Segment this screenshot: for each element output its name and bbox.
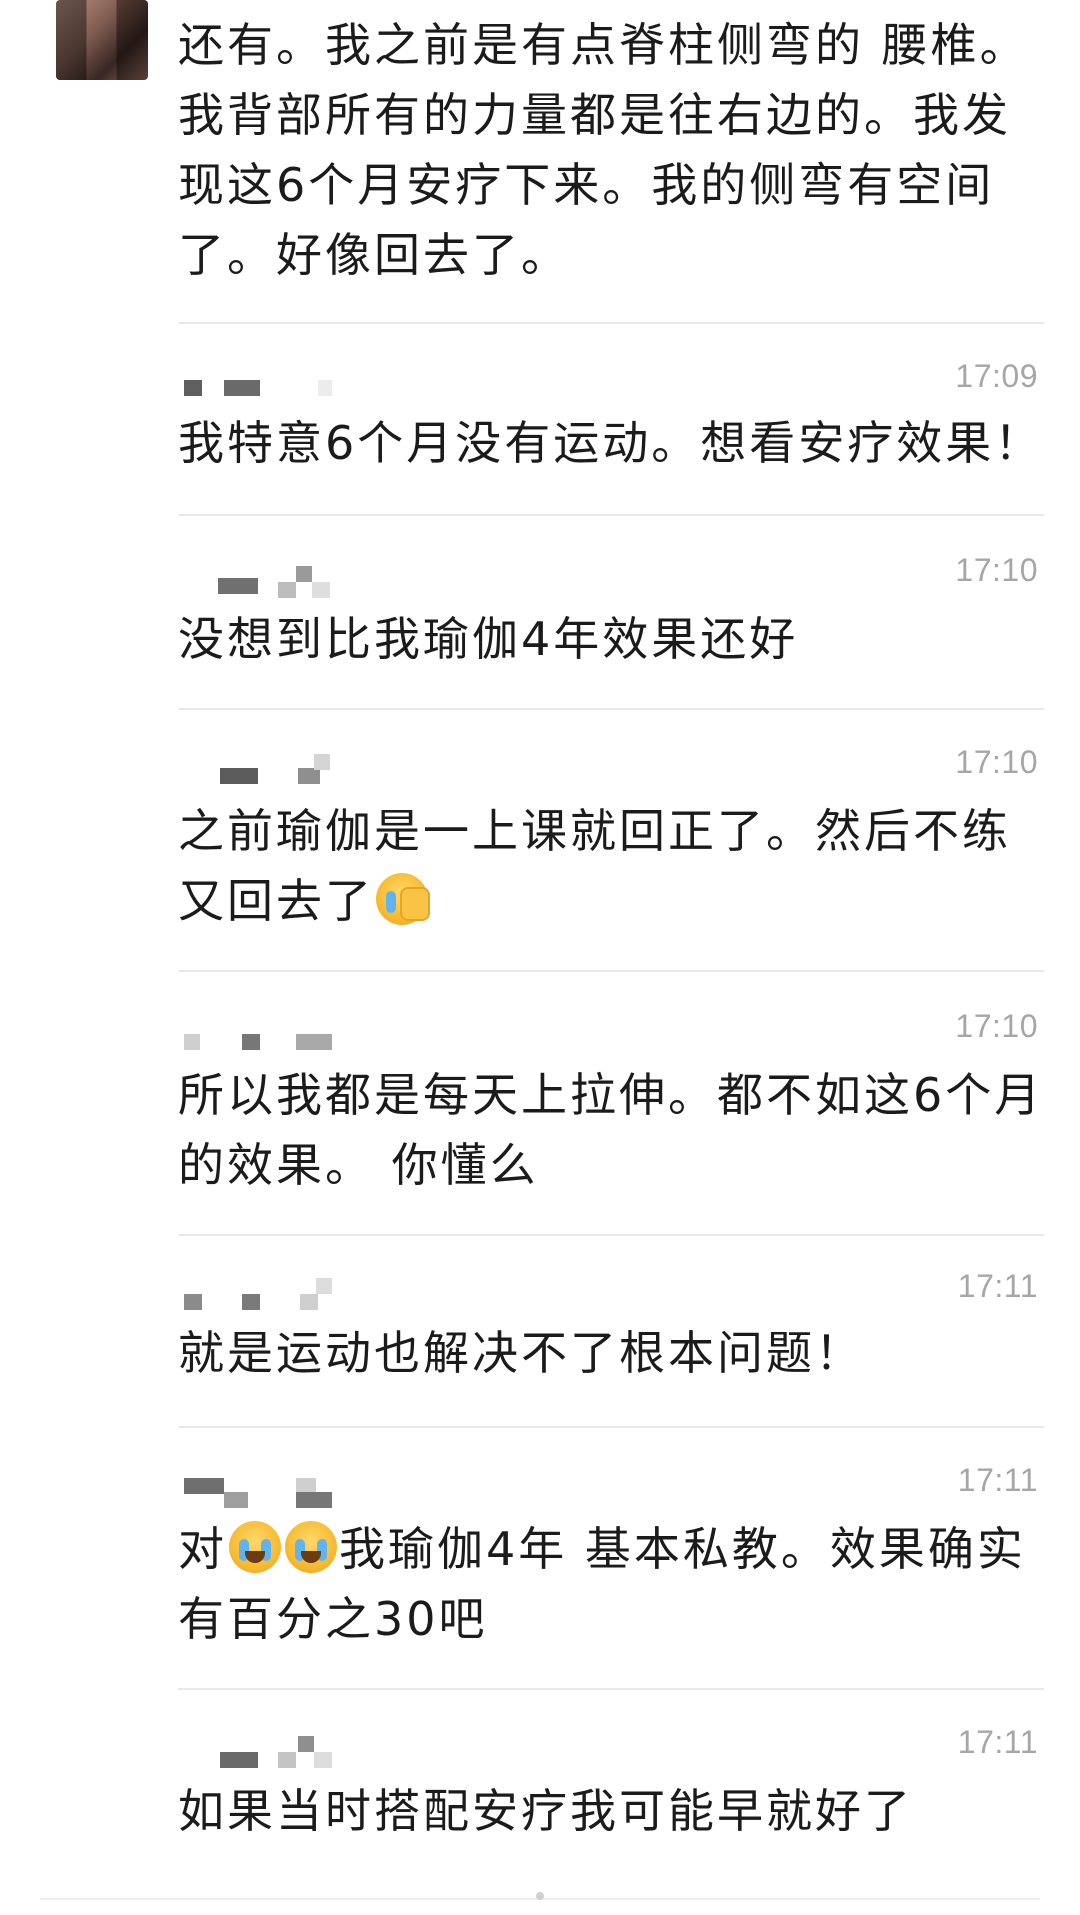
divider: [178, 1426, 1044, 1428]
divider: [178, 322, 1044, 324]
nickname-blurred[interactable]: [178, 744, 378, 784]
comment-item: 17:11 对我瑜伽4年 基本私教。效果确实有百分之30吧: [178, 1462, 1044, 1662]
comment-text: 如果当时搭配安疗我可能早就好了: [178, 1784, 913, 1838]
timestamp: 17:10: [955, 552, 1038, 588]
comment-item: 17:10 之前瑜伽是一上课就回正了。然后不练又回去了: [178, 744, 1044, 944]
comment-text: 对我瑜伽4年 基本私教。效果确实有百分之30吧: [178, 1514, 1044, 1654]
nickname-blurred[interactable]: [178, 1724, 378, 1768]
timestamp: 17:09: [955, 358, 1038, 394]
nickname-blurred[interactable]: [178, 1462, 378, 1508]
comment-text: 我特意6个月没有运动。想看安疗效果！: [178, 416, 1044, 470]
facepalm-crying-emoji-icon: [376, 873, 430, 925]
nickname-blurred[interactable]: [178, 358, 378, 396]
comment-item: 17:11 就是运动也解决不了根本问题！: [178, 1268, 1044, 1388]
nickname-blurred[interactable]: [178, 1268, 378, 1310]
comment-text-part: 之前瑜伽是一上课就回正了。然后不练又回去了: [178, 804, 1011, 928]
divider: [178, 970, 1044, 972]
loudly-crying-emoji-icon: [229, 1521, 281, 1573]
comment-text-part: 对: [178, 1522, 227, 1576]
comment-item: 17:11 如果当时搭配安疗我可能早就好了: [178, 1724, 1044, 1844]
avatar[interactable]: [56, 0, 148, 80]
nickname-blurred[interactable]: [178, 552, 378, 598]
timestamp: 17:11: [957, 1724, 1038, 1760]
comment-item: 17:10 没想到比我瑜伽4年效果还好: [178, 552, 1044, 672]
loudly-crying-emoji-icon: [285, 1521, 337, 1573]
comment-item: 17:10 所以我都是每天上拉伸。都不如这6个月的效果。 你懂么: [178, 1008, 1044, 1208]
comment-item: 还有。我之前是有点脊柱侧弯的 腰椎。我背部所有的力量都是往右边的。我发现这6个月…: [178, 10, 1044, 282]
dot-icon: [536, 1892, 544, 1900]
divider: [178, 514, 1044, 516]
divider: [178, 1234, 1044, 1236]
comment-text: 还有。我之前是有点脊柱侧弯的 腰椎。我背部所有的力量都是往右边的。我发现这6个月…: [178, 18, 1029, 282]
comment-item: 17:09 我特意6个月没有运动。想看安疗效果！: [178, 358, 1044, 478]
timestamp: 17:10: [955, 744, 1038, 780]
nickname-blurred[interactable]: [178, 1008, 378, 1050]
timestamp: 17:10: [955, 1008, 1038, 1044]
comment-text: 没想到比我瑜伽4年效果还好: [178, 612, 799, 666]
comment-text: 之前瑜伽是一上课就回正了。然后不练又回去了: [178, 796, 1044, 936]
timestamp: 17:11: [957, 1268, 1038, 1304]
avatar-image: [56, 0, 148, 80]
comment-text: 所以我都是每天上拉伸。都不如这6个月的效果。 你懂么: [178, 1068, 1044, 1192]
divider: [178, 708, 1044, 710]
timestamp: 17:11: [957, 1462, 1038, 1498]
divider: [178, 1688, 1044, 1690]
comment-text: 就是运动也解决不了根本问题！: [178, 1326, 864, 1380]
